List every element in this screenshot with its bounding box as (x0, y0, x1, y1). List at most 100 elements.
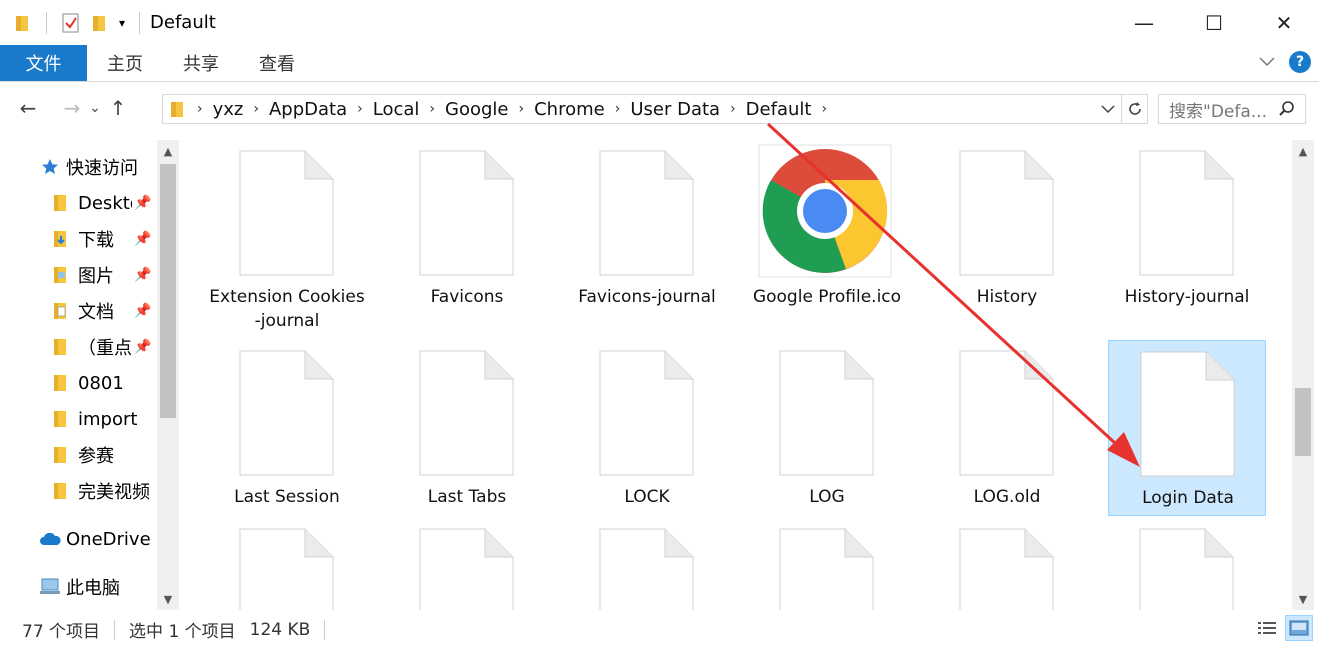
sidebar-item-folder[interactable]: （重点 📌 (52, 330, 151, 364)
minimize-button[interactable]: — (1109, 0, 1179, 45)
file-list-scroll-thumb[interactable] (1295, 388, 1311, 456)
breadcrumb-item-user-data[interactable]: User Data (630, 99, 720, 120)
cloud-icon (40, 532, 61, 545)
details-view-icon[interactable] (1253, 615, 1281, 641)
view-toggle (1253, 615, 1313, 641)
close-button[interactable]: ✕ (1249, 0, 1319, 45)
scroll-up-arrow-icon[interactable]: ▲ (1292, 140, 1314, 162)
scroll-down-arrow-icon[interactable]: ▼ (1292, 588, 1314, 610)
sidebar-item-video[interactable]: 完美视频 (52, 474, 152, 508)
file-item[interactable]: LOG.old (928, 340, 1086, 516)
file-name: LOG (809, 487, 845, 507)
file-item[interactable]: Last Tabs (388, 340, 546, 516)
up-button[interactable]: ↑ (104, 96, 132, 120)
tab-home[interactable]: 主页 (87, 45, 163, 81)
toolbar-separator (46, 11, 47, 34)
file-item[interactable]: Favicons (388, 140, 546, 338)
folder-icon (54, 195, 66, 211)
scroll-down-arrow-icon[interactable]: ▼ (157, 588, 179, 610)
folder-icon[interactable] (14, 13, 32, 33)
breadcrumb-chevron-icon[interactable]: › (821, 101, 827, 117)
tab-file[interactable]: 文件 (0, 45, 87, 81)
back-button[interactable]: ← (14, 96, 42, 120)
breadcrumb-item-google[interactable]: Google (445, 99, 508, 120)
breadcrumb-item-appdata[interactable]: AppData (269, 99, 347, 120)
address-bar[interactable]: › yxz › AppData › Local › Google › Chrom… (162, 94, 1148, 124)
file-list: Extension Cookies-journal Favicons Favic… (190, 140, 1292, 610)
folder-icon (54, 483, 66, 499)
sidebar-scrollbar[interactable]: ▲ ▼ (157, 140, 179, 610)
breadcrumb-chevron-icon[interactable]: › (730, 101, 736, 117)
selection-count: 选中 1 个项目 (129, 622, 236, 642)
file-list-scrollbar[interactable]: ▲ ▼ (1292, 140, 1314, 610)
file-item[interactable]: LOCK (568, 340, 726, 516)
sidebar-item-quick-access[interactable]: 快速访问 (40, 150, 138, 184)
sidebar-item-documents[interactable]: 文档 📌 (52, 294, 151, 328)
tab-share[interactable]: 共享 (163, 45, 239, 81)
sidebar-item-pictures[interactable]: 图片 📌 (52, 258, 151, 292)
sidebar-item-competition[interactable]: 参赛 (52, 438, 114, 472)
sidebar-item-onedrive[interactable]: OneDrive (38, 522, 151, 556)
large-icons-view-icon[interactable] (1285, 615, 1313, 641)
quick-access-toolbar: ▾ (0, 0, 144, 45)
breadcrumb-chevron-icon[interactable]: › (615, 101, 621, 117)
sidebar-item-label: 图片 (78, 266, 114, 287)
file-item[interactable] (568, 518, 726, 610)
expand-ribbon-chevron-icon[interactable] (1259, 57, 1275, 67)
file-item-selected[interactable]: Login Data (1108, 340, 1266, 516)
sidebar-item-desktop[interactable]: Desktop 📌 (52, 186, 151, 220)
help-icon[interactable]: ? (1289, 51, 1311, 73)
sidebar-item-import[interactable]: import (52, 402, 137, 436)
file-item[interactable]: Extension Cookies-journal (208, 140, 366, 338)
sidebar-item-label: OneDrive (66, 528, 151, 550)
file-item[interactable] (388, 518, 546, 610)
file-item[interactable]: Last Session (208, 340, 366, 516)
sidebar-item-label: import (78, 408, 138, 430)
sidebar-item-0801[interactable]: 0801 (52, 366, 124, 400)
pin-icon[interactable]: 📌 (134, 195, 151, 211)
sidebar-scroll-thumb[interactable] (160, 164, 176, 418)
file-name: Last Tabs (427, 487, 507, 507)
file-item[interactable] (928, 518, 1086, 610)
file-item[interactable] (208, 518, 366, 610)
search-input[interactable]: 搜索"Defa... (1158, 94, 1306, 124)
breadcrumb-chevron-icon[interactable]: › (197, 101, 203, 117)
breadcrumb-chevron-icon[interactable]: › (357, 101, 363, 117)
document-icon (1139, 528, 1234, 610)
forward-button[interactable]: → (58, 96, 86, 120)
file-item[interactable]: Favicons-journal (568, 140, 726, 338)
address-history-dropdown-icon[interactable] (1095, 95, 1121, 123)
pin-icon[interactable]: 📌 (134, 231, 151, 247)
properties-icon[interactable] (61, 12, 81, 34)
sidebar-item-downloads[interactable]: 下载 📌 (52, 222, 151, 256)
ribbon-right-controls: ? (1259, 51, 1311, 73)
new-folder-icon[interactable] (91, 13, 109, 33)
window-controls: — ☐ ✕ (1109, 0, 1319, 45)
file-item[interactable] (748, 518, 906, 610)
document-icon (779, 350, 874, 476)
customize-toolbar-dropdown-icon[interactable]: ▾ (119, 16, 125, 30)
file-item[interactable]: LOG (748, 340, 906, 516)
breadcrumb-chevron-icon[interactable]: › (429, 101, 435, 117)
maximize-button[interactable]: ☐ (1179, 0, 1249, 45)
pin-icon[interactable]: 📌 (134, 339, 151, 355)
breadcrumb-item-yxz[interactable]: yxz (213, 99, 244, 120)
file-item[interactable]: History (928, 140, 1086, 338)
breadcrumb-item-chrome[interactable]: Chrome (534, 99, 605, 120)
refresh-icon[interactable] (1121, 95, 1147, 123)
tab-view[interactable]: 查看 (239, 45, 315, 81)
document-icon (1139, 150, 1234, 276)
file-item[interactable] (1108, 518, 1266, 610)
recent-locations-button[interactable]: ⌄ (86, 100, 104, 116)
document-icon (239, 350, 334, 476)
sidebar-item-this-pc[interactable]: 此电脑 (38, 570, 120, 604)
pin-icon[interactable]: 📌 (134, 267, 151, 283)
file-item[interactable]: History-journal (1108, 140, 1266, 338)
pin-icon[interactable]: 📌 (134, 303, 151, 319)
breadcrumb-item-local[interactable]: Local (373, 99, 420, 120)
scroll-up-arrow-icon[interactable]: ▲ (157, 140, 179, 162)
file-item[interactable]: Google Profile.ico (748, 140, 906, 338)
breadcrumb-chevron-icon[interactable]: › (519, 101, 525, 117)
breadcrumb-item-default[interactable]: Default (746, 99, 812, 120)
breadcrumb-chevron-icon[interactable]: › (253, 101, 259, 117)
